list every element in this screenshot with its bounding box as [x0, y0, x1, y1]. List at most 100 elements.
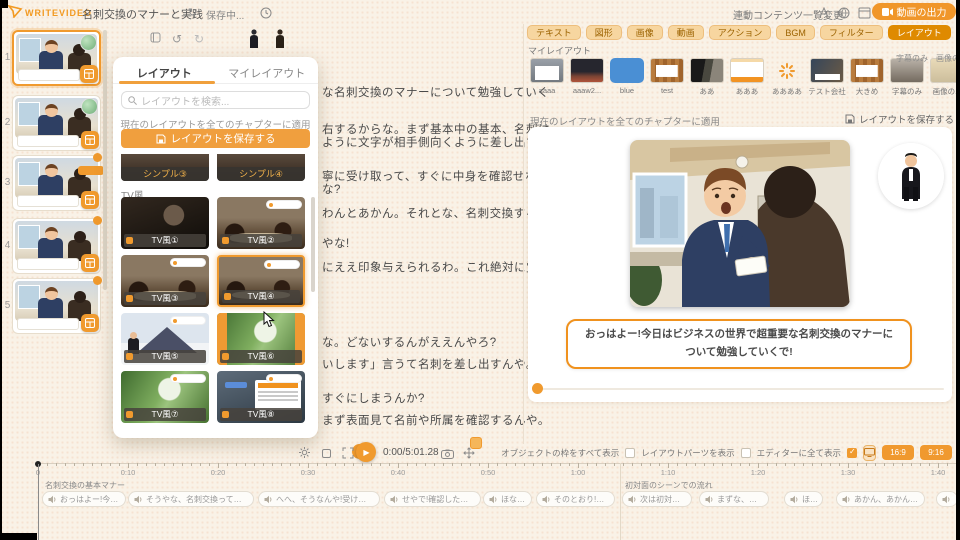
layout-thumb-2[interactable]: TV風② — [217, 197, 305, 249]
aspect-ratio-button-9:16[interactable]: 9:16 — [920, 445, 952, 460]
text-tool-icon[interactable] — [818, 6, 830, 24]
history-icon[interactable] — [260, 6, 272, 24]
asset-tabs: テキスト図形画像動画アクション BGM フィルターレイアウト — [527, 25, 951, 40]
chapter-title[interactable]: 初対面のシーンでの流れ — [625, 480, 713, 491]
subtitle-box[interactable]: おっはよー!今日はビジネスの世界で超重要な名刺交換のマナーについて勉強していくで… — [566, 319, 912, 369]
timeline-clip[interactable]: あかん、あかん!相手の名... — [836, 491, 925, 507]
layout-thumb-5[interactable]: TV風⑤ — [121, 313, 209, 365]
layout-thumb-7[interactable]: TV風⑦ — [121, 371, 209, 423]
chapter-title[interactable]: 名刺交換の基本マナー — [45, 480, 125, 491]
tab-BGM[interactable]: BGM — [776, 25, 815, 40]
tab-レイアウト[interactable]: レイアウト — [888, 25, 951, 40]
layout-search-input[interactable]: レイアウトを検索... — [121, 91, 310, 109]
timeline-clip[interactable]: ほな、相... — [483, 491, 532, 507]
monitor-view-button[interactable] — [863, 445, 876, 461]
toggle-checkbox[interactable] — [625, 448, 635, 458]
export-video-button[interactable]: 動画の出力 — [872, 3, 956, 20]
language-icon[interactable] — [838, 6, 850, 24]
thumb-badge — [264, 260, 300, 269]
popup-tab-layout[interactable]: レイアウト — [113, 65, 216, 81]
popup-tab-mylayout[interactable]: マイレイアウト — [216, 65, 319, 81]
tab-アクション[interactable]: アクション — [709, 25, 772, 40]
chapter-layout-button[interactable] — [80, 65, 98, 83]
my-layout-item[interactable]: aaaw2... — [567, 58, 607, 97]
ruler-tick — [236, 463, 237, 466]
timeline-clip[interactable]: 名刺... — [936, 491, 958, 507]
timeline-clip[interactable]: まずな、挨拶した後... — [699, 491, 769, 507]
layout-thumb-6[interactable]: TV風⑥ — [217, 313, 305, 365]
timeline-clip[interactable]: へへ、そうなんや!受け取るときも両... — [258, 491, 380, 507]
move-tool-icon[interactable] — [463, 446, 475, 464]
ruler-tick — [713, 463, 714, 466]
chapter-thumbnail[interactable] — [12, 218, 101, 274]
my-layout-list: aaaaaaaw2...bluetestあああああああああテスト会社大きめ字幕の… — [527, 58, 958, 97]
screenshot-icon[interactable] — [441, 446, 454, 464]
settings-gear-icon[interactable] — [298, 446, 311, 464]
layout-thumb-partial[interactable]: シンプル④ — [217, 154, 305, 181]
layout-thumb-partial[interactable]: シンプル③ — [121, 154, 209, 181]
timeline-clip[interactable]: おっはよー!今日はビ... — [42, 491, 126, 507]
my-layout-item[interactable]: あああ — [727, 58, 767, 97]
my-layout-item[interactable]: 大きめ — [847, 58, 887, 97]
undo-icon[interactable]: ↺ — [172, 32, 182, 46]
ruler-tick — [137, 463, 138, 466]
character-2-icon[interactable] — [274, 29, 286, 53]
chapter-thumbnail[interactable] — [12, 278, 101, 334]
chapter-thumbnail[interactable] — [12, 95, 101, 151]
refresh-icon[interactable]: ↻ — [188, 6, 197, 19]
ruler-tick — [299, 463, 300, 466]
ruler-tick — [182, 463, 183, 466]
seekbar-handle[interactable] — [532, 383, 543, 394]
toggle-checkbox[interactable] — [847, 448, 857, 458]
chapter-thumbnail[interactable] — [12, 155, 101, 211]
tab-動画[interactable]: 動画 — [668, 25, 704, 40]
tab-画像[interactable]: 画像 — [627, 25, 663, 40]
timeline-clip[interactable]: せやで!確認したらちゃ... — [384, 491, 481, 507]
aspect-ratio-button-16:9[interactable]: 16:9 — [882, 445, 914, 460]
save-layout-button[interactable]: レイアウトを保存する — [845, 112, 954, 126]
sidebar-scrollbar[interactable] — [103, 30, 107, 290]
fullscreen-icon[interactable] — [342, 446, 354, 464]
play-button[interactable]: ▶ — [356, 442, 376, 462]
my-layout-item[interactable]: ああああ — [767, 58, 807, 97]
layout-thumb-8[interactable]: TV風⑧ — [217, 371, 305, 423]
preview-video-frame[interactable] — [630, 140, 850, 307]
view-toggles: オブジェクトの枠をすべて表示レイアウトパーツを表示エディターに全て表示16:99… — [586, 444, 952, 461]
project-title[interactable]: 名刺交換のマナーと実践 — [82, 6, 203, 22]
timeline-clip[interactable]: そうやな、名刺交換って第一印象め... — [128, 491, 254, 507]
redo-icon[interactable]: ↻ — [194, 32, 204, 46]
chapter-layout-button[interactable] — [81, 131, 99, 149]
window-icon[interactable] — [858, 6, 871, 24]
apply-all-chapters-link[interactable]: 現在のレイアウトを全てのチャプターに適用 — [530, 114, 720, 128]
my-layout-item[interactable]: blue — [607, 58, 647, 97]
thumb-caption: TV風④ — [222, 290, 300, 303]
tab-テキスト[interactable]: テキスト — [527, 25, 581, 40]
my-layout-item[interactable]: ああ — [687, 58, 727, 97]
timeline-clip[interactable]: そのとおり!目見て笑... — [536, 491, 615, 507]
ruler-tick — [407, 463, 408, 466]
layout-thumb-3[interactable]: TV風③ — [121, 255, 209, 307]
timeline-clip[interactable]: 次は初対面の時の... — [622, 491, 692, 507]
stop-icon[interactable] — [321, 446, 332, 464]
chapter-thumbnail[interactable] — [12, 30, 101, 86]
popup-scrollbar[interactable] — [311, 197, 315, 292]
layout-thumb-4[interactable]: TV風④ — [217, 255, 305, 307]
my-layout-item[interactable]: テスト会社 — [807, 58, 847, 97]
chapter-layout-button[interactable] — [81, 314, 99, 332]
timeline-clip[interactable]: ほな、相手... — [784, 491, 823, 507]
chapter-layout-button[interactable] — [81, 191, 99, 209]
toggle-checkbox[interactable] — [741, 448, 751, 458]
my-layout-item[interactable]: aaaa — [527, 58, 567, 97]
character-1-icon[interactable] — [248, 29, 260, 53]
my-layout-item[interactable]: test — [647, 58, 687, 97]
tab-図形[interactable]: 図形 — [586, 25, 622, 40]
my-layout-label: マイレイアウト — [528, 44, 591, 57]
preview-seekbar[interactable] — [536, 388, 944, 390]
ruler-tick — [506, 463, 507, 466]
tab-フィルター[interactable]: フィルター — [820, 25, 883, 40]
chapter-layout-button[interactable] — [81, 254, 99, 272]
presenter-avatar[interactable] — [878, 143, 944, 209]
layout-thumb-1[interactable]: TV風① — [121, 197, 209, 249]
save-layout-button[interactable]: レイアウトを保存する — [121, 129, 310, 148]
marker-icon[interactable] — [150, 32, 161, 46]
